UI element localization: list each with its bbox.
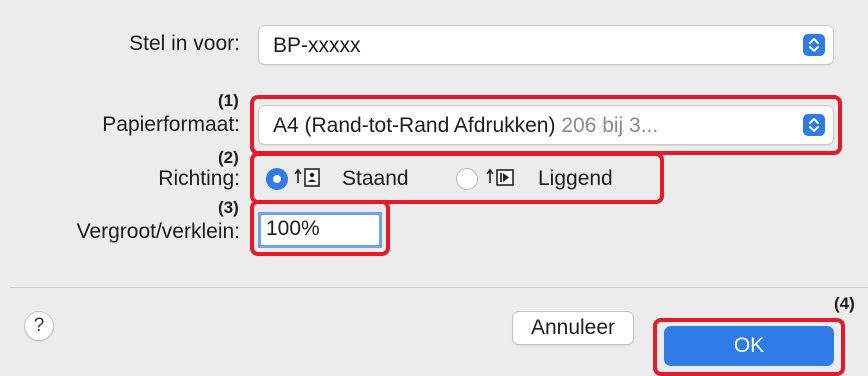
portrait-radio[interactable] xyxy=(266,168,288,190)
paper-size-popup[interactable]: A4 (Rand-tot-Rand Afdrukken) 206 bij 3..… xyxy=(258,105,834,145)
help-button[interactable]: ? xyxy=(24,311,54,341)
paper-size-stepper-icon xyxy=(803,114,825,136)
footer-divider xyxy=(10,287,868,288)
paper-size-detail: 206 bij 3... xyxy=(561,114,659,137)
annotation-1: (1) xyxy=(218,91,239,110)
cancel-button[interactable]: Annuleer xyxy=(512,311,634,345)
paper-size-label: Papierformaat: xyxy=(102,113,240,136)
scale-label: Vergroot/verklein: xyxy=(76,220,240,243)
scale-value: 100% xyxy=(266,217,320,240)
portrait-orientation-icon xyxy=(294,168,320,187)
landscape-orientation-icon xyxy=(486,168,514,186)
landscape-radio[interactable] xyxy=(456,168,478,190)
ok-button[interactable]: OK xyxy=(664,326,834,366)
orientation-label: Richting: xyxy=(158,167,240,190)
portrait-label: Staand xyxy=(342,167,409,190)
printer-popup[interactable]: BP-xxxxx xyxy=(258,25,834,65)
annotation-4: (4) xyxy=(834,294,855,313)
annotation-3: (3) xyxy=(218,198,239,217)
printer-stepper-icon xyxy=(803,34,825,56)
landscape-label: Liggend xyxy=(538,167,613,190)
paper-size-value: A4 (Rand-tot-Rand Afdrukken) xyxy=(273,114,556,137)
scale-input[interactable]: 100% xyxy=(258,212,382,248)
printer-label: Stel in voor: xyxy=(129,32,240,55)
printer-value: BP-xxxxx xyxy=(273,34,361,57)
